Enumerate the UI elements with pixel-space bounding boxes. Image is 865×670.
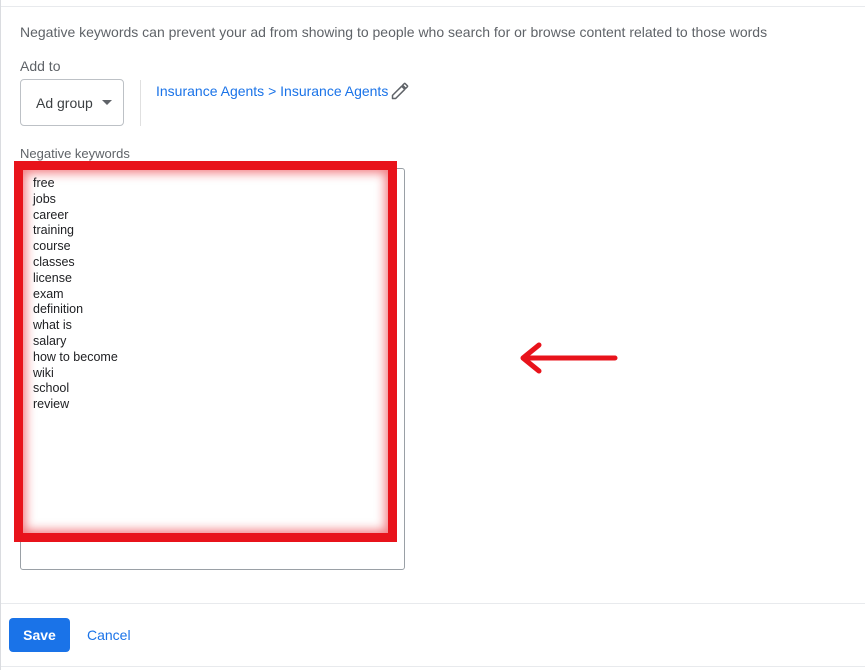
footer-divider — [1, 603, 865, 604]
negative-keywords-label: Negative keywords — [20, 146, 130, 161]
keyword-item: school — [33, 381, 70, 396]
keyword-item: what is — [33, 318, 72, 333]
ad-group-breadcrumb-link[interactable]: Insurance Agents > Insurance Agents — [156, 83, 388, 99]
keyword-item: review — [33, 397, 70, 412]
red-arrow-left-icon — [520, 342, 618, 374]
keyword-item: free — [33, 176, 55, 190]
save-button[interactable]: Save — [9, 618, 70, 652]
keyword-item: license — [33, 270, 72, 285]
description-text: Negative keywords can prevent your ad fr… — [20, 24, 768, 40]
keyword-item: definition — [33, 302, 84, 317]
keyword-item: course — [33, 239, 71, 254]
keyword-item: wiki — [33, 365, 54, 380]
keyword-item: jobs — [33, 191, 56, 206]
keyword-item: career — [33, 207, 69, 222]
keyword-item: how to become — [33, 349, 118, 364]
pencil-edit-icon[interactable] — [390, 81, 410, 101]
keyword-item: exam — [33, 286, 64, 301]
vertical-divider — [140, 80, 141, 126]
bottom-edge-divider — [1, 666, 865, 667]
add-to-label: Add to — [20, 58, 61, 74]
ad-group-dropdown[interactable]: Ad group — [20, 79, 124, 126]
ad-group-dropdown-value: Ad group — [36, 94, 93, 111]
top-divider — [1, 6, 865, 7]
keyword-item: salary — [33, 333, 67, 348]
keyword-item: training — [33, 223, 74, 238]
keyword-item: classes — [33, 254, 75, 269]
cancel-button[interactable]: Cancel — [87, 627, 131, 643]
keyword-list: free jobs career training course classes licen… — [33, 176, 118, 413]
negative-keywords-panel: Negative keywords can prevent your ad fr… — [0, 0, 865, 670]
caret-down-icon — [101, 100, 112, 105]
